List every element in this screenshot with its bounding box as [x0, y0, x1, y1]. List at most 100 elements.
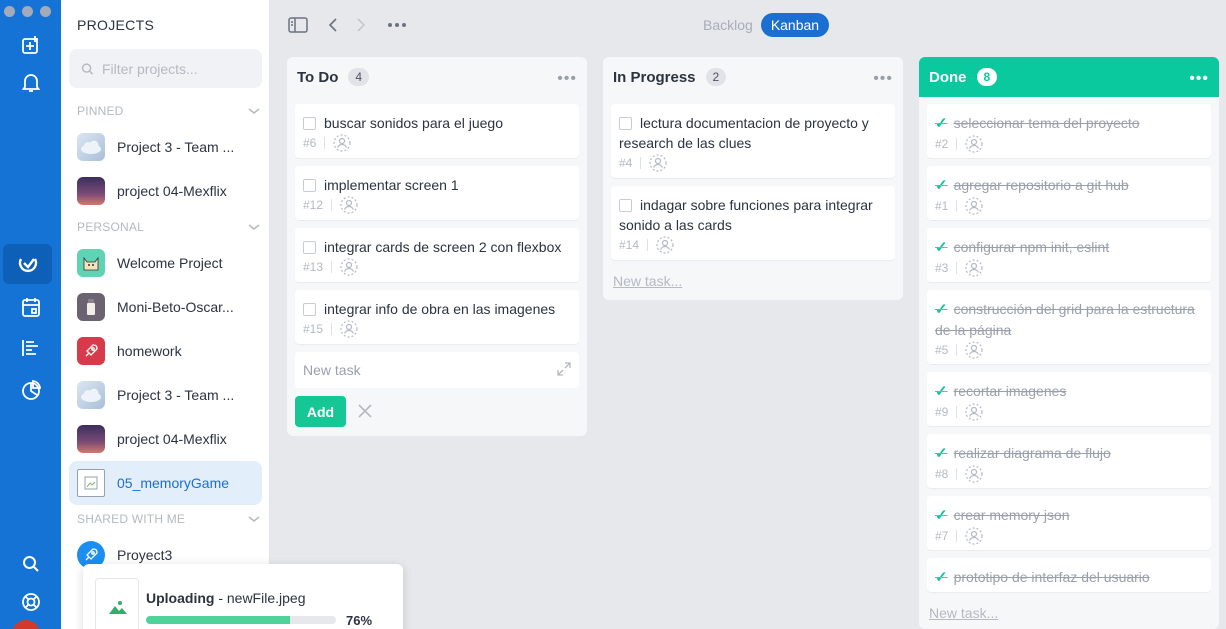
toggle-sidebar-icon[interactable]: [287, 14, 309, 36]
assign-user-icon[interactable]: [965, 259, 983, 277]
assign-user-icon[interactable]: [340, 320, 358, 338]
done-column-header: Done 8 •••: [919, 57, 1219, 97]
task-card[interactable]: lectura documentacion de proyecto y rese…: [611, 104, 895, 178]
chevron-down-icon[interactable]: [248, 105, 260, 117]
task-card[interactable]: ✓ seleccionar tema del proyecto #2: [927, 104, 1211, 158]
task-card[interactable]: ✓ construcción del grid para la estructur…: [927, 290, 1211, 364]
calendar-icon[interactable]: [0, 287, 61, 327]
column-menu-icon[interactable]: •••: [557, 70, 577, 88]
project-item-selected[interactable]: 05_memoryGame: [69, 461, 262, 505]
task-card[interactable]: ✓ crear memory json #7: [927, 496, 1211, 550]
add-task-button[interactable]: Add: [295, 396, 346, 427]
assign-user-icon[interactable]: [340, 196, 358, 214]
assign-user-icon[interactable]: [333, 134, 351, 152]
cancel-close-icon[interactable]: [357, 403, 375, 421]
window-zoom-button[interactable]: [40, 6, 51, 17]
new-task-link[interactable]: New task...: [929, 605, 998, 621]
checkmark-icon[interactable]: ✓: [935, 239, 948, 256]
window-close-button[interactable]: [4, 6, 15, 17]
chevron-down-icon[interactable]: [248, 221, 260, 233]
checkmark-icon[interactable]: ✓: [935, 383, 948, 400]
assign-user-icon[interactable]: [340, 258, 358, 276]
task-card[interactable]: buscar sonidos para el juego #6: [295, 104, 579, 158]
help-lifebuoy-icon[interactable]: [0, 582, 61, 622]
task-card[interactable]: integrar info de obra en las imagenes #1…: [295, 290, 579, 344]
section-shared[interactable]: SHARED WITH ME: [77, 512, 260, 526]
task-card[interactable]: indagar sobre funciones para integrar so…: [611, 186, 895, 260]
project-item[interactable]: project 04-Mexflix: [69, 169, 262, 213]
more-options-icon[interactable]: [387, 14, 407, 36]
section-personal[interactable]: PERSONAL: [77, 220, 260, 234]
task-checkbox[interactable]: [303, 241, 316, 254]
checkmark-icon[interactable]: ✓: [935, 301, 948, 318]
project-label: 05_memoryGame: [117, 475, 230, 491]
task-checkbox[interactable]: [619, 117, 632, 130]
checkmark-icon[interactable]: ✓: [935, 445, 948, 462]
projects-checkmark-icon[interactable]: [3, 244, 52, 284]
task-card[interactable]: implementar screen 1 #12: [295, 166, 579, 220]
task-title: implementar screen 1: [324, 177, 459, 193]
assign-user-icon[interactable]: [965, 403, 983, 421]
kanban-view-tab[interactable]: Kanban: [760, 13, 830, 37]
timeline-gantt-icon[interactable]: [0, 328, 61, 368]
sunset-thumbnail-icon: [77, 425, 105, 453]
checkmark-icon[interactable]: ✓: [935, 177, 948, 194]
task-number: #1: [935, 199, 949, 213]
filter-projects-field[interactable]: [69, 49, 262, 88]
task-checkbox[interactable]: [619, 199, 632, 212]
search-icon: [81, 62, 94, 75]
section-pinned[interactable]: PINNED: [77, 104, 260, 118]
task-count-badge: 4: [348, 68, 370, 86]
expand-icon[interactable]: [557, 362, 571, 379]
checkmark-icon[interactable]: ✓: [935, 507, 948, 524]
task-checkbox[interactable]: [303, 117, 316, 130]
task-title: configurar npm init, eslint: [953, 239, 1110, 255]
task-count-badge: 2: [705, 68, 727, 86]
project-item[interactable]: Welcome Project: [69, 241, 262, 285]
task-card[interactable]: ✓ realizar diagrama de flujo #8: [927, 434, 1211, 488]
project-label: project 04-Mexflix: [117, 431, 227, 447]
new-task-field[interactable]: [295, 352, 579, 388]
insights-chart-icon[interactable]: [0, 370, 61, 410]
top-bar: Backlog Kanban: [271, 0, 1226, 50]
assign-user-icon[interactable]: [649, 154, 667, 172]
task-card[interactable]: ✓ configurar npm init, eslint #3: [927, 228, 1211, 282]
column-menu-icon[interactable]: •••: [1189, 70, 1209, 88]
back-chevron-icon[interactable]: [326, 14, 340, 36]
assign-user-icon[interactable]: [965, 527, 983, 545]
assign-user-icon[interactable]: [965, 465, 983, 483]
assign-user-icon[interactable]: [656, 236, 674, 254]
search-icon[interactable]: [0, 544, 61, 584]
column-menu-icon[interactable]: •••: [873, 70, 893, 88]
task-card[interactable]: ✓ recortar imagenes #9: [927, 372, 1211, 426]
view-switcher: Backlog Kanban: [703, 13, 830, 37]
project-item[interactable]: Project 3 - Team ...: [69, 373, 262, 417]
chevron-down-icon[interactable]: [248, 513, 260, 525]
assign-user-icon[interactable]: [965, 135, 983, 153]
forward-chevron-icon[interactable]: [354, 14, 368, 36]
assign-user-icon[interactable]: [965, 197, 983, 215]
checkmark-icon[interactable]: ✓: [935, 115, 948, 132]
add-task-icon[interactable]: [0, 25, 61, 65]
task-card[interactable]: integrar cards de screen 2 con flexbox #…: [295, 228, 579, 282]
task-card[interactable]: ✓ prototipo de interfaz del usuario: [927, 558, 1211, 592]
upload-label: Uploading: [146, 590, 215, 606]
new-task-input[interactable]: [303, 362, 543, 378]
project-item[interactable]: Project 3 - Team ...: [69, 125, 262, 169]
section-personal-label: PERSONAL: [77, 220, 144, 234]
assign-user-icon[interactable]: [965, 341, 983, 359]
task-checkbox[interactable]: [303, 179, 316, 192]
project-item[interactable]: homework: [69, 329, 262, 373]
new-task-link[interactable]: New task...: [613, 273, 682, 289]
task-card[interactable]: ✓ agregar repositorio a git hub #1: [927, 166, 1211, 220]
sunset-thumbnail-icon: [77, 177, 105, 205]
task-number: #3: [935, 261, 949, 275]
filter-projects-input[interactable]: [102, 60, 262, 77]
project-item[interactable]: project 04-Mexflix: [69, 417, 262, 461]
task-checkbox[interactable]: [303, 303, 316, 316]
window-minimize-button[interactable]: [22, 6, 33, 17]
project-item[interactable]: Moni-Beto-Oscar...: [69, 285, 262, 329]
backlog-view-tab[interactable]: Backlog: [703, 13, 753, 37]
notifications-bell-icon[interactable]: [0, 62, 61, 102]
checkmark-icon[interactable]: ✓: [935, 569, 948, 586]
